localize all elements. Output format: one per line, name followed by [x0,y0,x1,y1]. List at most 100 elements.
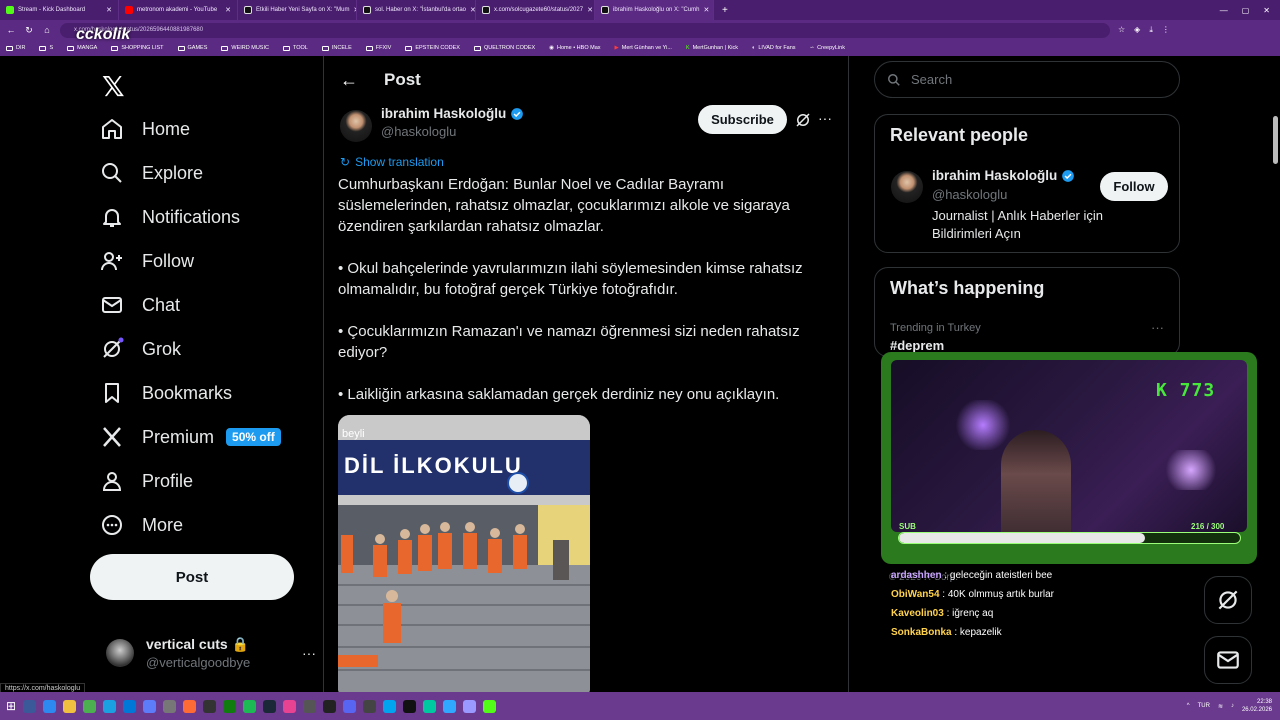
close-tab-icon[interactable]: ✕ [106,6,112,14]
nav-more[interactable]: More [100,510,183,540]
app-icon[interactable] [383,699,397,713]
app-icon[interactable] [283,699,297,713]
language-indicator[interactable]: TUR [1198,703,1210,709]
account-more-icon[interactable]: ··· [302,645,316,661]
app-icon[interactable] [403,699,417,713]
back-arrow-icon[interactable]: ← [340,70,358,91]
post-image[interactable]: beyli DİL İLKOKULU [338,415,590,692]
settings-icon[interactable] [163,699,177,713]
bookmark-item[interactable]: ▶ Mert Günhan ve Yi... [615,45,672,51]
nav-explore[interactable]: Explore [100,158,203,188]
nav-home[interactable]: Home [100,114,190,144]
browser-tab[interactable]: metronom akademi - YouTube ✕ [119,0,238,20]
person-name-row[interactable]: ibrahim Haskoloğlu [932,168,1075,183]
url-input[interactable]: x.com/haskologlu/status/2026596440881987… [60,22,1110,38]
trend-more-icon[interactable]: ··· [1151,320,1164,335]
nav-bookmarks[interactable]: Bookmarks [100,378,232,408]
messages-fab-button[interactable] [1204,636,1252,684]
post-button[interactable]: Post [90,554,294,600]
bookmark-item[interactable]: SHOPPING LIST [111,45,164,51]
app-icon[interactable] [363,699,377,713]
bookmark-item[interactable]: ◉ Home • HBO Max [549,45,600,51]
menu-icon[interactable]: ⋮ [1162,25,1170,35]
windows-start-icon[interactable]: ⊞ [6,699,16,713]
grok-icon[interactable] [794,111,812,129]
close-tab-icon[interactable]: ✕ [704,6,710,14]
subscribe-button[interactable]: Subscribe [698,105,787,134]
scrollbar-thumb[interactable] [1273,116,1278,164]
trend-item[interactable]: #deprem [890,338,944,353]
spotify-icon[interactable] [243,699,257,713]
browser-tab[interactable]: Stream - Kick Dashboard ✕ [0,0,119,20]
extension-icon[interactable]: ◈ [1134,25,1140,35]
nav-premium[interactable]: Premium 50% off [100,422,281,452]
chrome-icon[interactable] [83,699,97,713]
home-icon[interactable]: ⌂ [42,25,52,35]
bookmark-item[interactable]: ∽ CreepyLink [810,45,845,51]
post-more-icon[interactable]: ··· [818,110,832,126]
star-icon[interactable]: ☆ [1118,25,1125,35]
avatar[interactable] [891,171,923,203]
bookmark-item[interactable]: FFXIV [365,45,391,51]
author-avatar[interactable] [340,110,372,142]
file-explorer-icon[interactable] [63,699,77,713]
bookmark-item[interactable]: TOOL [282,45,308,51]
follow-button[interactable]: Follow [1100,172,1168,201]
reload-icon[interactable]: ↻ [24,25,34,36]
bookmark-item[interactable]: WEIRD MUSIC [221,45,269,51]
download-icon[interactable]: ⤓ [1149,25,1153,35]
premiere-icon[interactable] [463,699,477,713]
close-tab-icon[interactable]: ✕ [587,6,593,14]
author-handle[interactable]: @haskologlu [381,124,524,139]
nav-notifications[interactable]: Notifications [100,202,240,232]
bookmark-item[interactable]: S [39,45,53,51]
bookmark-item[interactable]: INCELE [321,45,352,51]
bookmark-item[interactable]: GAMES [177,45,207,51]
bookmark-item[interactable]: MANGA [67,45,97,51]
maximize-icon[interactable]: ▢ [1242,6,1250,15]
task-view-icon[interactable] [43,699,57,713]
clock[interactable]: 22:38 26.02.2026 [1242,698,1272,714]
person-handle[interactable]: @haskologlu [932,187,1007,202]
bookmark-item[interactable]: K MertGunhan | Kick [686,45,738,51]
obs-icon[interactable] [323,699,337,713]
new-tab-button[interactable]: + [714,5,736,16]
nav-profile[interactable]: Profile [100,466,193,496]
browser-tab[interactable]: sol. Haber on X: "İstanbul'da ortao ✕ [357,0,476,20]
browser-tab[interactable]: Etkili Haber Yeni Sayfa on X: "Mum✕ [238,0,357,20]
wifi-icon[interactable]: ≋ [1218,703,1223,710]
xbox-icon[interactable] [223,699,237,713]
nav-grok[interactable]: Grok [100,334,181,364]
discord-icon[interactable] [343,699,357,713]
grok-fab-button[interactable] [1204,576,1252,624]
nav-chat[interactable]: Chat [100,290,180,320]
show-translation-link[interactable]: ↻ Show translation [340,155,444,169]
minimize-icon[interactable]: — [1220,6,1228,15]
search-input[interactable]: Search [874,61,1180,98]
store-icon[interactable] [123,699,137,713]
close-tab-icon[interactable]: ✕ [470,6,475,14]
account-switcher[interactable]: vertical cuts 🔒 @verticalgoodbye ··· [106,636,316,670]
app-icon[interactable] [203,699,217,713]
x-logo-icon[interactable]: 𝕏 [102,70,125,103]
volume-icon[interactable]: ♪ [1231,703,1234,709]
bookmark-item[interactable]: ◐ LIVAD for Fans [752,45,796,51]
back-icon[interactable]: ← [6,25,16,35]
page-scrollbar[interactable] [1270,56,1280,692]
author-name-row[interactable]: ibrahim Haskoloğlu [381,106,524,121]
app-icon[interactable] [483,699,497,713]
close-window-icon[interactable]: ✕ [1263,6,1270,15]
app-icon[interactable] [303,699,317,713]
bookmark-item[interactable]: EPSTEIN CODEX [405,45,460,51]
app-icon[interactable] [183,699,197,713]
photoshop-icon[interactable] [443,699,457,713]
nav-follow[interactable]: Follow [100,246,194,276]
photos-icon[interactable] [143,699,157,713]
bookmark-item[interactable]: DIR [6,45,25,51]
bookmark-item[interactable]: QUELTRON CODEX [473,45,535,51]
browser-tab[interactable]: x.com/solcugazete60/status/2027 ✕ [476,0,595,20]
close-tab-icon[interactable]: ✕ [225,6,231,14]
browser-tab-active[interactable]: ibrahim Haskoloğlu on X: "Cumh ✕ [595,0,714,20]
audition-icon[interactable] [423,699,437,713]
tray-chevron-icon[interactable]: ^ [1187,703,1190,709]
